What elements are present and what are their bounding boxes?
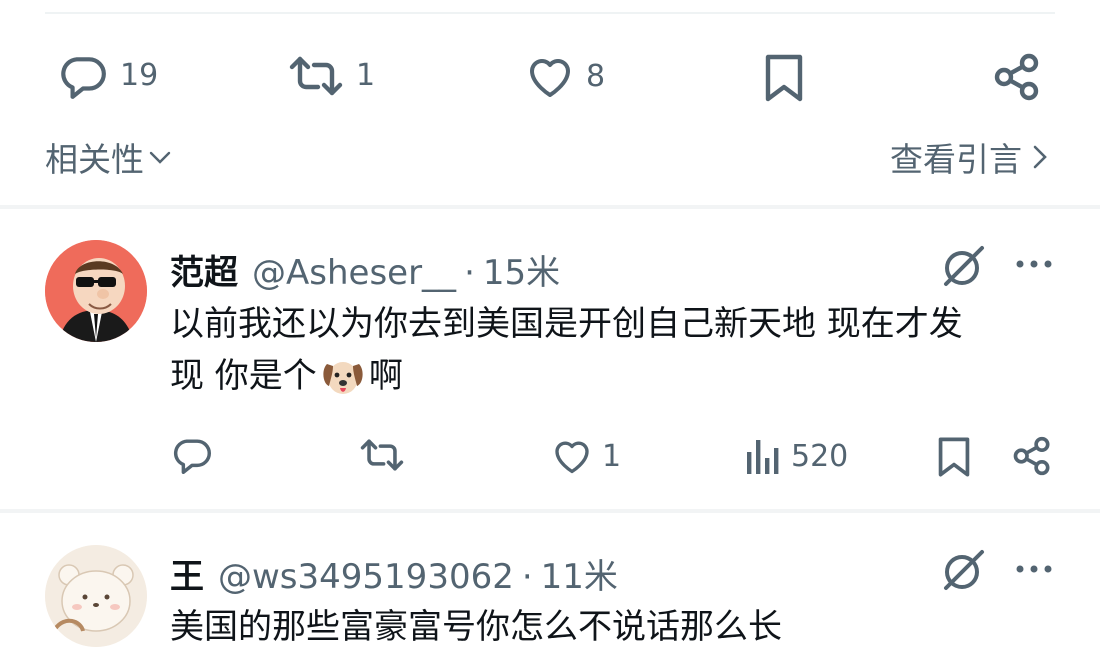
reply-text-part-b: 啊 bbox=[368, 356, 403, 396]
repost-button[interactable] bbox=[359, 438, 405, 472]
avatar[interactable] bbox=[45, 545, 147, 647]
more-options-icon[interactable] bbox=[1014, 563, 1054, 575]
reply-author-line: 王 @ws3495193062 · 11米 bbox=[170, 549, 618, 598]
heart-icon bbox=[552, 438, 592, 475]
grok-icon[interactable] bbox=[940, 546, 988, 594]
reply-text: 美国的那些富豪富号你怎么不说话那么长 bbox=[170, 601, 1070, 653]
more-options-icon[interactable] bbox=[1014, 258, 1054, 270]
handle[interactable]: @Asheser__ bbox=[252, 253, 456, 293]
reply-text: 以前我还以为你去到美国是开创自己新天地 现在才发 现 你是个 啊 bbox=[170, 298, 1070, 402]
dot-separator: · bbox=[464, 253, 475, 293]
sort-dropdown[interactable]: 相关性 bbox=[45, 133, 172, 181]
reply-text-line-1: 以前我还以为你去到美国是开创自己新天地 现在才发 bbox=[170, 304, 963, 344]
chevron-right-icon bbox=[1032, 143, 1048, 171]
share-icon bbox=[1013, 436, 1051, 476]
reply-text-part-a: 现 你是个 bbox=[170, 356, 317, 396]
display-name[interactable]: 范超 bbox=[170, 245, 238, 294]
dog-emoji-icon bbox=[319, 352, 367, 400]
like-count: 8 bbox=[586, 59, 606, 94]
views-button[interactable]: 520 bbox=[745, 438, 848, 476]
reply-count: 19 bbox=[120, 58, 159, 93]
share-button[interactable] bbox=[994, 53, 1040, 101]
timestamp[interactable]: 15米 bbox=[483, 245, 560, 294]
avatar[interactable] bbox=[45, 240, 147, 342]
reply-icon bbox=[171, 436, 213, 474]
share-button[interactable] bbox=[1013, 436, 1051, 476]
repost-icon bbox=[288, 55, 344, 97]
timestamp[interactable]: 11米 bbox=[541, 549, 618, 598]
share-icon bbox=[994, 53, 1040, 101]
like-count: 1 bbox=[602, 438, 622, 474]
view-count: 520 bbox=[791, 439, 849, 474]
bar-chart-icon bbox=[745, 438, 781, 476]
repost-button[interactable]: 1 bbox=[288, 55, 375, 97]
section-divider bbox=[0, 205, 1100, 209]
reply-icon bbox=[58, 53, 108, 99]
grok-icon[interactable] bbox=[940, 242, 988, 290]
bookmark-button[interactable] bbox=[764, 53, 804, 103]
reply-button[interactable]: 19 bbox=[58, 53, 158, 99]
heart-icon bbox=[526, 55, 574, 99]
reply-author-line: 范超 @Asheser__ · 15米 bbox=[170, 245, 560, 294]
display-name[interactable]: 王 bbox=[170, 549, 204, 598]
bookmark-button[interactable] bbox=[937, 436, 971, 478]
bookmark-icon bbox=[937, 436, 971, 478]
view-quotes-label: 查看引言 bbox=[890, 140, 1022, 179]
dot-separator: · bbox=[521, 557, 533, 597]
repost-count: 1 bbox=[356, 58, 376, 93]
repost-icon bbox=[359, 438, 405, 472]
sort-label: 相关性 bbox=[45, 140, 144, 179]
chevron-down-icon bbox=[148, 149, 172, 165]
top-divider bbox=[45, 12, 1055, 14]
like-button[interactable]: 8 bbox=[526, 55, 605, 99]
handle[interactable]: @ws3495193062 bbox=[218, 557, 514, 597]
view-quotes-link[interactable]: 查看引言 bbox=[890, 133, 1048, 181]
reply-text-line-1: 美国的那些富豪富号你怎么不说话那么长 bbox=[170, 607, 782, 647]
reply-divider bbox=[0, 509, 1100, 513]
like-button[interactable]: 1 bbox=[552, 438, 621, 475]
bookmark-icon bbox=[764, 53, 804, 103]
reply-button[interactable] bbox=[171, 436, 213, 474]
reply-text-line-2: 现 你是个 啊 bbox=[170, 350, 1070, 402]
